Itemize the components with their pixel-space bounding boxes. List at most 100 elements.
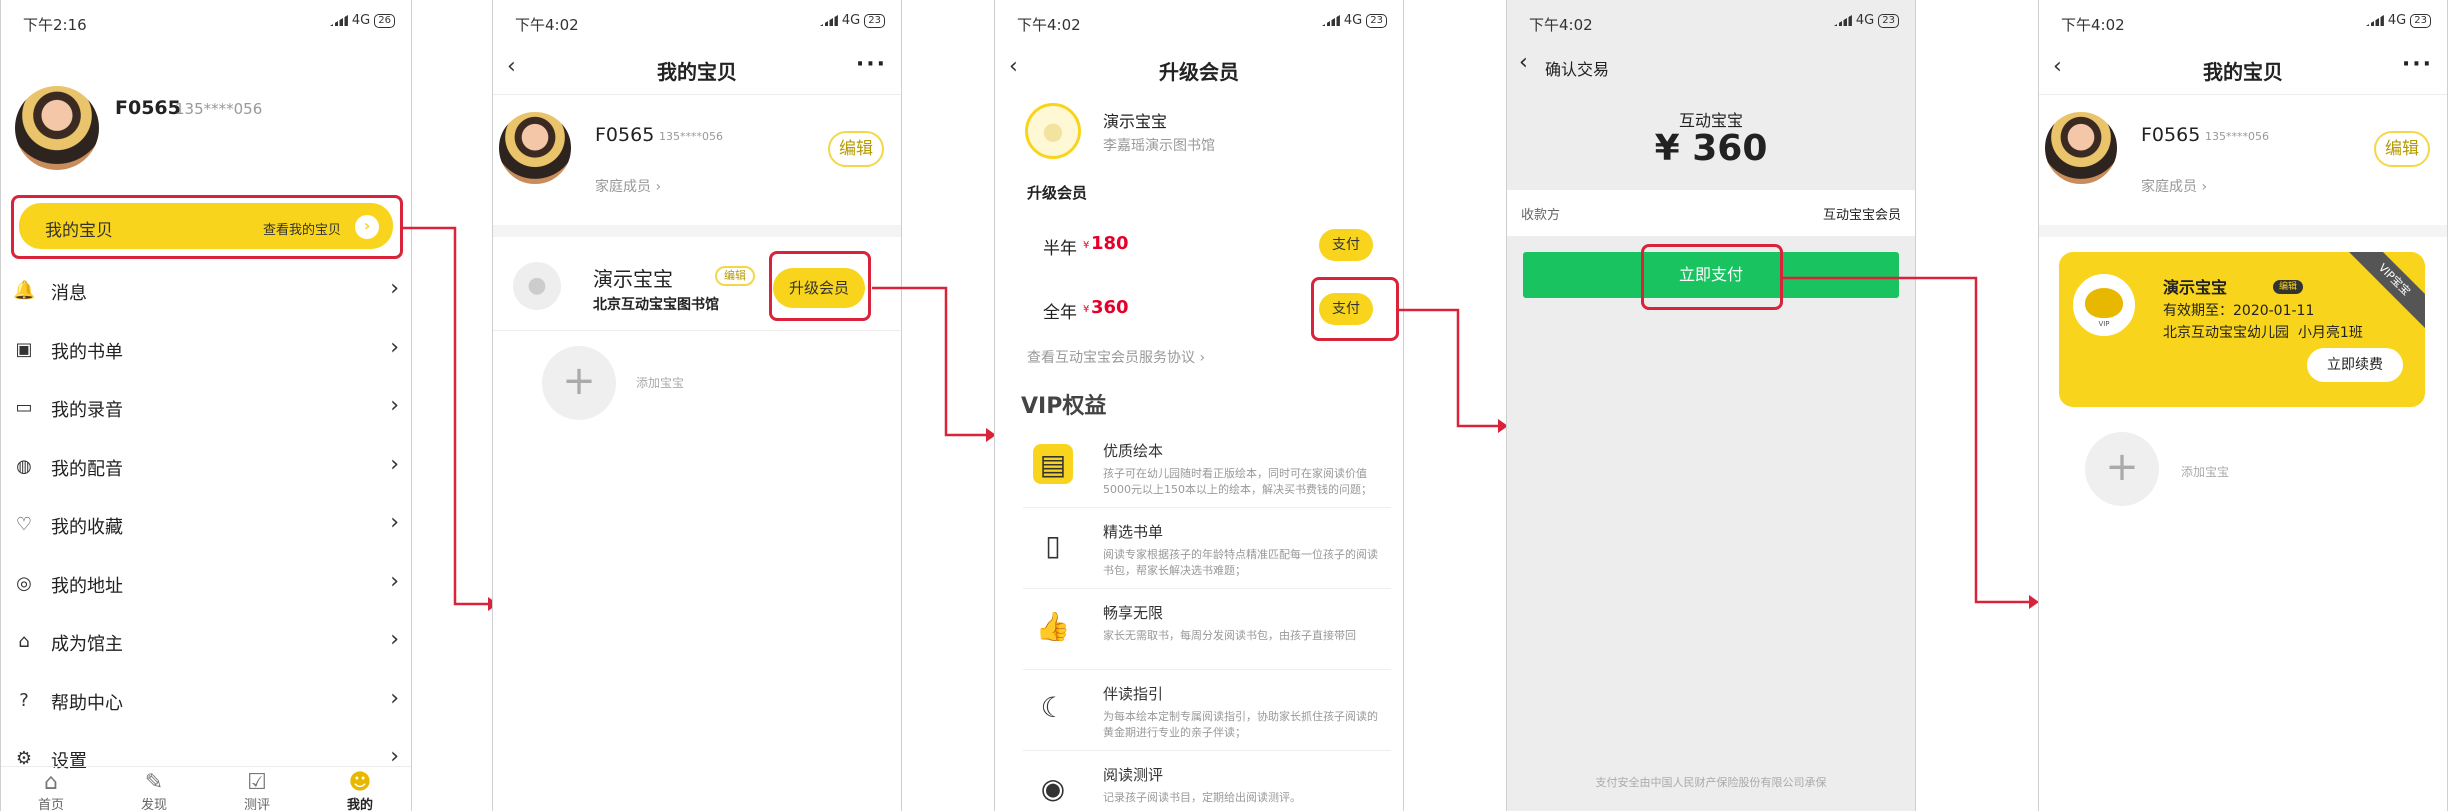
menu-item[interactable]: ? 帮助中心 › bbox=[1, 672, 411, 730]
carrier: 4G bbox=[2387, 13, 2407, 28]
status-time: 下午2:16 bbox=[23, 16, 87, 34]
recording-icon: ▭ bbox=[15, 397, 33, 418]
back-icon[interactable]: ‹ bbox=[1519, 50, 1528, 75]
menu-item[interactable]: ⌂ 成为馆主 › bbox=[1, 613, 411, 671]
carrier: 4G bbox=[1855, 13, 1875, 28]
menu-item-label: 我的地址 bbox=[51, 575, 123, 597]
book-list-icon: ▣ bbox=[15, 338, 33, 360]
vip-title: VIP权益 bbox=[1021, 394, 1107, 419]
benefit-title: 精选书单 bbox=[1103, 523, 1164, 541]
flow-arrow-2 bbox=[872, 286, 996, 442]
carrier: 4G bbox=[351, 13, 371, 28]
benefit-title: 优质绘本 bbox=[1103, 442, 1164, 460]
agreement-link[interactable]: 查看互动宝宝会员服务协议 › bbox=[1027, 347, 1205, 367]
menu-item[interactable]: ▣ 我的书单 › bbox=[1, 321, 411, 379]
benefit-item: ▯ 精选书单 阅读专家根据孩子的年龄特点精准匹配每一位孩子的阅读书包，帮家长解决选书… bbox=[1023, 511, 1391, 589]
username: F0565 bbox=[2141, 124, 2201, 146]
renew-button[interactable]: 立即续费 bbox=[2307, 348, 2403, 382]
flow-arrow-3 bbox=[1398, 308, 1508, 433]
more-icon[interactable]: ··· bbox=[2402, 52, 2433, 77]
status-time: 下午4:02 bbox=[2061, 16, 2125, 34]
class-name: 小月亮1班 bbox=[2297, 325, 2363, 341]
highlight-box bbox=[769, 251, 871, 321]
benefit-item: ☾ 伴读指引 为每本绘本定制专属阅读指引，协助家长抓住孩子阅读的黄金期进行专业的亲子… bbox=[1023, 673, 1391, 751]
signal-icon bbox=[819, 15, 838, 26]
avatar bbox=[497, 110, 573, 186]
plan-price: 180 bbox=[1091, 233, 1129, 254]
bear-icon bbox=[2085, 288, 2123, 318]
phone: 135****056 bbox=[659, 130, 723, 143]
screen-upgrade: 下午4:02 4G 23 ‹ 升级会员 ● 演示宝宝 李嘉瑶演示图书馆 升级会员 … bbox=[994, 0, 1404, 811]
bell-icon: 🔔 bbox=[13, 280, 36, 301]
tab-2[interactable]: ☑ 测评 bbox=[207, 772, 307, 811]
battery-icon: 26 bbox=[374, 13, 395, 28]
family-members-link[interactable]: 家庭成员 › bbox=[2141, 176, 2207, 196]
school-name: 北京互动宝宝幼儿园 bbox=[2163, 325, 2289, 341]
menu-item-label: 我的配音 bbox=[51, 458, 123, 480]
school-line: 北京互动宝宝幼儿园 小月亮1班 bbox=[2163, 322, 2363, 342]
menu-item[interactable]: ◎ 我的地址 › bbox=[1, 555, 411, 613]
screen-profile: 下午2:16 4G 26 F0565 135****056 我的宝贝 查看我的宝贝… bbox=[0, 0, 412, 811]
add-baby-label: 添加宝宝 bbox=[2181, 465, 2230, 479]
plan-half-year: 半年 ¥ 180 支付 bbox=[995, 226, 1403, 268]
tab-label: 测评 bbox=[243, 798, 270, 811]
edit-button[interactable]: 编辑 bbox=[2374, 131, 2430, 167]
highlight-box bbox=[1311, 277, 1399, 341]
menu-item-label: 帮助中心 bbox=[51, 692, 123, 714]
page-title: 我的宝贝 bbox=[2203, 60, 2283, 84]
vip-badge: VIP bbox=[2098, 320, 2110, 328]
chevron-right-icon: › bbox=[390, 334, 399, 360]
baby-edit-button[interactable]: 编辑 bbox=[715, 266, 755, 286]
benefit-item: 👍 畅享无限家长无需取书，每周分发阅读书包，由孩子直接带回 bbox=[1023, 592, 1391, 670]
family-members-link[interactable]: 家庭成员 › bbox=[595, 176, 661, 196]
pay-button[interactable]: 支付 bbox=[1319, 229, 1373, 261]
chart-icon: ◉ bbox=[1040, 771, 1066, 805]
tab-3[interactable]: ☻ 我的 bbox=[310, 772, 410, 811]
status-bar: 下午4:02 4G 23 bbox=[995, 0, 1403, 44]
add-baby-button[interactable]: + bbox=[542, 346, 616, 420]
signal-icon bbox=[1321, 15, 1340, 26]
security-footer: 支付安全由中国人民财产保险股份有限公司承保 bbox=[1595, 776, 1827, 789]
chevron-right-icon: › bbox=[390, 510, 399, 535]
baby-avatar: VIP bbox=[2073, 274, 2135, 336]
avatar bbox=[2043, 110, 2119, 186]
phone: 135****056 bbox=[2205, 130, 2269, 143]
status-time: 下午4:02 bbox=[1017, 16, 1081, 34]
baby-school: 北京互动宝宝图书馆 bbox=[593, 297, 719, 313]
section-title: 升级会员 bbox=[1027, 184, 1088, 202]
tab-0[interactable]: ⌂ 首页 bbox=[1, 772, 101, 811]
avatar[interactable] bbox=[13, 84, 101, 172]
menu-item[interactable]: ◍ 我的配音 › bbox=[1, 438, 411, 496]
benefit-title: 畅享无限 bbox=[1103, 604, 1164, 622]
plan-price: 360 bbox=[1091, 297, 1129, 318]
status-bar: 下午2:16 4G 26 bbox=[1, 0, 411, 44]
vip-baby-card[interactable]: VIP宝宝 VIP 演示宝宝 编辑 有效期至：2020-01-11 北京互动宝宝… bbox=[2059, 252, 2425, 407]
add-baby-button[interactable]: + bbox=[2085, 432, 2159, 506]
screen-my-baby: 下午4:02 4G 23 ‹ 我的宝贝 ··· F0565 135****056 … bbox=[492, 0, 902, 811]
benefit-title: 伴读指引 bbox=[1103, 685, 1164, 703]
favorite-icon: ♡ bbox=[15, 514, 33, 535]
payee-row: 收款方 互动宝宝会员 bbox=[1507, 190, 1915, 236]
username: F0565 bbox=[115, 97, 181, 119]
menu-item[interactable]: 🔔 消息 › bbox=[1, 262, 411, 320]
thumbs-up-icon: 👍 bbox=[1035, 609, 1071, 643]
signal-icon bbox=[2365, 15, 2384, 26]
store-icon: ⌂ bbox=[18, 631, 30, 652]
baby-name: 演示宝宝 bbox=[2163, 278, 2228, 297]
baby-name: 演示宝宝 bbox=[1103, 112, 1168, 131]
menu-item[interactable]: ▭ 我的录音 › bbox=[1, 379, 411, 437]
more-icon[interactable]: ··· bbox=[856, 52, 887, 77]
benefit-desc: 为每本绘本定制专属阅读指引，协助家长抓住孩子阅读的黄金期进行专业的亲子伴读； bbox=[1103, 710, 1378, 739]
menu-item[interactable]: ♡ 我的收藏 › bbox=[1, 496, 411, 554]
status-time: 下午4:02 bbox=[515, 16, 579, 34]
location-icon: ◎ bbox=[16, 572, 32, 594]
page-title: 升级会员 bbox=[1159, 60, 1239, 84]
tab-label: 发现 bbox=[140, 798, 167, 811]
ribbon-label: VIP宝宝 bbox=[2375, 261, 2413, 299]
page-title: 我的宝贝 bbox=[657, 60, 737, 84]
baby-edit-button[interactable]: 编辑 bbox=[2273, 280, 2303, 294]
tab-1[interactable]: ✎ 发现 bbox=[104, 772, 204, 811]
benefit-desc: 家长无需取书，每周分发阅读书包，由孩子直接带回 bbox=[1103, 629, 1356, 642]
edit-button[interactable]: 编辑 bbox=[828, 131, 884, 167]
family-label: 家庭成员 bbox=[2141, 179, 2197, 195]
